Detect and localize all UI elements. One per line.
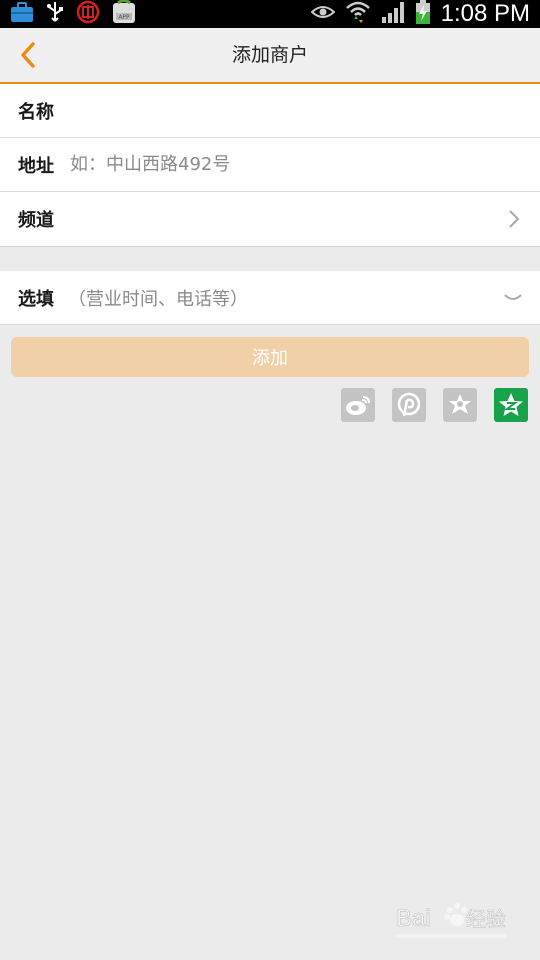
address-input[interactable] xyxy=(68,143,540,186)
app-store-icon: APP xyxy=(112,0,136,28)
status-bar: APP 1:08 PM xyxy=(0,0,540,28)
status-bar-notifications: APP xyxy=(10,0,136,28)
eye-icon xyxy=(310,4,336,24)
channel-row[interactable]: 频道 xyxy=(0,192,540,245)
svg-text:Bai: Bai xyxy=(396,905,431,932)
name-input[interactable] xyxy=(68,89,540,132)
pinterest-icon[interactable] xyxy=(392,388,426,422)
optional-row[interactable]: 选填 （营业时间、电话等） xyxy=(0,271,540,324)
optional-label: 选填 xyxy=(18,288,54,310)
svg-text:APP: APP xyxy=(118,14,130,21)
name-row: 名称 xyxy=(0,84,540,138)
chevron-left-icon xyxy=(21,42,35,68)
signal-icon xyxy=(381,1,405,27)
baidu-jingyan-watermark: Bai 经验 xyxy=(394,896,514,944)
bank-icon xyxy=(76,0,100,28)
name-label: 名称 xyxy=(18,101,54,123)
clock: 1:08 PM xyxy=(440,0,530,27)
add-button[interactable]: 添加 xyxy=(11,337,529,377)
wifi-icon xyxy=(345,0,371,28)
status-bar-system: 1:08 PM xyxy=(310,0,530,28)
optional-fields-group: 选填 （营业时间、电话等） xyxy=(0,271,540,325)
title-bar: 添加商户 xyxy=(0,28,540,84)
required-fields-group: 名称 地址 频道 xyxy=(0,84,540,247)
optional-hint: （营业时间、电话等） xyxy=(68,288,248,310)
chevron-down-icon xyxy=(504,294,522,300)
flower-icon[interactable] xyxy=(443,388,477,422)
channel-label: 频道 xyxy=(18,209,54,231)
usb-icon xyxy=(46,1,64,27)
svg-text:经验: 经验 xyxy=(466,907,506,931)
weibo-icon[interactable] xyxy=(341,388,375,422)
briefcase-icon xyxy=(10,1,34,27)
battery-charging-icon xyxy=(415,0,431,28)
address-row: 地址 xyxy=(0,138,540,192)
qzone-icon[interactable] xyxy=(494,388,528,422)
page-title: 添加商户 xyxy=(231,44,308,66)
share-row xyxy=(341,388,528,422)
address-label: 地址 xyxy=(18,155,54,177)
chevron-right-icon xyxy=(509,210,520,228)
back-button[interactable] xyxy=(8,36,48,74)
